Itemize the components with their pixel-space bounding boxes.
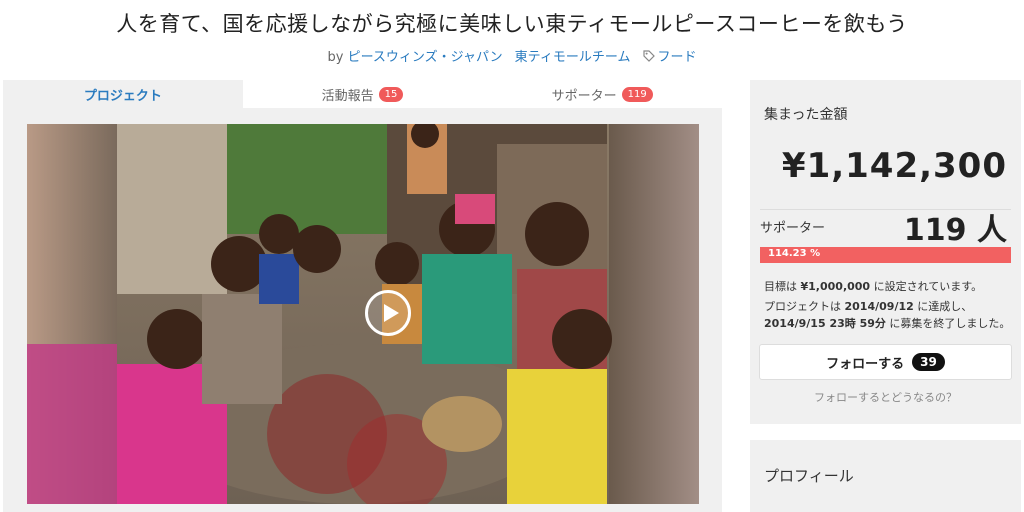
follow-count-badge: 39 (912, 353, 945, 371)
completion-text: プロジェクトは 2014/09/12 に達成し、 2014/9/15 23時 5… (764, 298, 1010, 332)
tag-icon (642, 50, 655, 62)
raised-label: 集まった金額 (764, 107, 848, 123)
category-link[interactable]: フード (642, 50, 697, 65)
follow-label: フォローする (826, 356, 905, 372)
team-link[interactable]: 東ティモールチーム (515, 50, 631, 65)
goal-post: に設定されています。 (873, 280, 983, 293)
end-date: 2014/9/15 23時 59分 (764, 317, 886, 330)
supporters-count-badge: 119 (621, 86, 653, 102)
tab-reports-label: 活動報告 (321, 88, 374, 104)
done-pre: プロジェクトは (764, 300, 841, 313)
profile-panel: プロフィール (750, 440, 1021, 512)
reports-count-badge: 15 (378, 86, 404, 102)
play-button[interactable] (365, 290, 411, 336)
tab-project-label: プロジェクト (83, 88, 162, 104)
funding-panel: 集まった金額 ¥1,142,300 サポーター 119 人 114.23 % 目… (750, 80, 1021, 424)
category-label: フード (657, 50, 697, 65)
done-post: に募集を終了しました。 (889, 317, 1011, 330)
tab-supporters[interactable]: サポーター 119 (482, 80, 723, 108)
video-thumbnail (27, 124, 699, 504)
goal-amount: ¥1,000,000 (800, 280, 871, 293)
tab-supporters-label: サポーター (551, 88, 617, 104)
done-mid: に達成し、 (917, 300, 973, 313)
goal-text: 目標は ¥1,000,000 に設定されています。 (764, 278, 982, 294)
supporters-label: サポーター (760, 221, 826, 236)
follow-button[interactable]: フォローする 39 (759, 344, 1012, 380)
achieved-date: 2014/09/12 (844, 300, 914, 313)
follow-help-link[interactable]: フォローするとどうなるの？ (750, 389, 1021, 405)
tab-reports[interactable]: 活動報告 15 (242, 80, 483, 108)
tab-project[interactable]: プロジェクト (3, 80, 243, 108)
profile-title: プロフィール (764, 467, 854, 485)
project-video[interactable] (27, 124, 699, 504)
goal-pre: 目標は (764, 280, 797, 293)
owner-link[interactable]: ピースウィンズ・ジャパン (348, 50, 503, 65)
project-title: 人を育て、国を応援しながら究極に美味しい東ティモールピースコーヒーを飲もう (116, 12, 908, 36)
byline: by ピースウィンズ・ジャパン 東ティモールチーム フード (0, 46, 1024, 65)
supporters-count: 119 人 (903, 213, 1007, 248)
project-tabs: プロジェクト 活動報告 15 サポーター 119 (3, 80, 723, 108)
progress-text: 114.23 % (768, 248, 821, 259)
progress-bar: 114.23 % (760, 247, 1011, 263)
media-area (3, 108, 722, 512)
by-prefix: by (327, 50, 344, 65)
raised-amount: ¥1,142,300 (781, 146, 1007, 186)
